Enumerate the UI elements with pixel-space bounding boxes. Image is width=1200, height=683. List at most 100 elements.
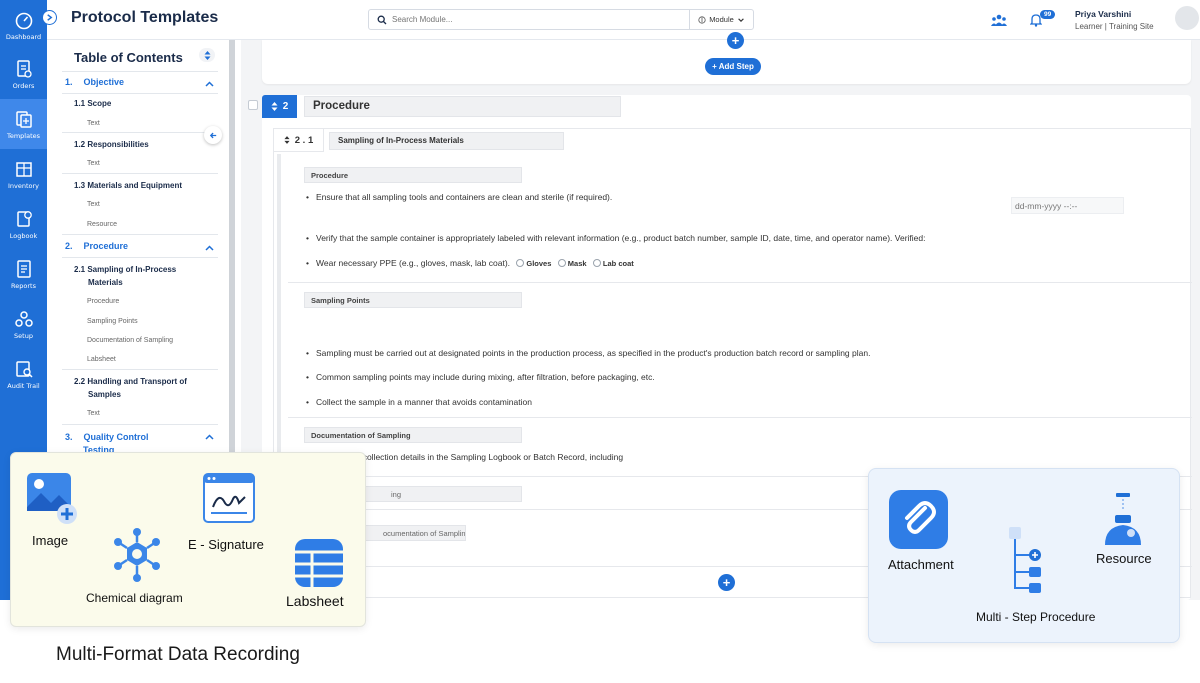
toc-collapse-button[interactable]: [204, 126, 222, 144]
chevron-right-icon: [47, 14, 53, 21]
multi-step-procedure-icon: [1009, 527, 1041, 593]
nav-item-inventory[interactable]: Inventory: [0, 149, 47, 199]
toc-subsection-2-2[interactable]: 2.2 Handling and Transport of Samples: [74, 375, 187, 401]
setup-icon: [14, 310, 33, 327]
feature-multistep-label: Multi - Step Procedure: [976, 610, 1096, 624]
text-bullet: Verify that the sample container is appr…: [306, 233, 925, 243]
nav-item-templates[interactable]: Templates: [0, 99, 47, 149]
avatar[interactable]: [1175, 6, 1199, 30]
verified-datetime-input[interactable]: dd-mm-yyyy --:--: [1011, 197, 1124, 214]
toc-section-2[interactable]: 2. Procedure: [65, 241, 128, 251]
chevron-down-icon: [738, 17, 744, 22]
block-label-procedure[interactable]: Procedure: [304, 167, 522, 183]
feature-attachment-label: Attachment: [888, 557, 954, 572]
toc-leaf[interactable]: Text: [87, 410, 100, 417]
text-bullet: Sampling must be carried out at designat…: [306, 348, 870, 358]
block-label-sampling-points[interactable]: Sampling Points: [304, 292, 522, 308]
nav-item-logbook[interactable]: Logbook: [0, 199, 47, 249]
module-icon: [698, 15, 706, 24]
reports-icon: [16, 259, 31, 278]
nav-label: Dashboard: [5, 32, 42, 41]
toc-leaf[interactable]: Text: [87, 160, 100, 167]
collapse-sidebar-button[interactable]: [43, 11, 56, 24]
notification-badge: 99: [1040, 10, 1056, 19]
toc-leaf[interactable]: Resource: [87, 221, 117, 228]
search-icon: [377, 15, 387, 24]
chevron-up-icon[interactable]: [205, 81, 214, 87]
module-label: Module: [709, 15, 734, 24]
toc-leaf[interactable]: Labsheet: [87, 356, 116, 363]
logbook-icon: [16, 210, 32, 227]
ppe-labcoat-radio[interactable]: [592, 259, 601, 267]
chevron-up-icon[interactable]: [205, 245, 214, 251]
sort-icon: [204, 50, 210, 60]
toc-subsection-1-1[interactable]: 1.1 Scope: [74, 97, 111, 110]
nav-label: Setup: [14, 331, 33, 340]
step-number[interactable]: 2: [262, 95, 297, 118]
toc-subsection-1-3[interactable]: 1.3 Materials and Equipment: [74, 179, 182, 192]
orders-icon: [16, 59, 32, 78]
toc-subsection-1-2[interactable]: 1.2 Responsibilities: [74, 138, 149, 151]
gauge-icon: [15, 12, 32, 29]
nav-label: Logbook: [9, 231, 38, 240]
labsheet-icon: [295, 539, 343, 587]
feature-resource-label: Resource: [1096, 551, 1152, 566]
step-checkbox[interactable]: [248, 100, 258, 110]
e-signature-icon: [203, 473, 255, 523]
headline: Multi-Format Data Recording: [56, 644, 300, 665]
nav-item-orders[interactable]: Orders: [0, 49, 47, 99]
substep-number[interactable]: 2 . 1: [274, 129, 324, 152]
ppe-mask-radio[interactable]: [557, 259, 566, 267]
sort-icon: [284, 136, 290, 144]
toc-leaf[interactable]: Text: [87, 120, 100, 127]
toc-leaf[interactable]: Documentation of Sampling: [87, 337, 173, 344]
toc-leaf[interactable]: Sampling Points: [87, 318, 138, 325]
sort-icon: [271, 102, 278, 111]
nav-item-reports[interactable]: Reports: [0, 249, 47, 299]
text-bullet: Ensure that all sampling tools and conta…: [306, 192, 612, 202]
block-label-documentation[interactable]: Documentation of Sampling: [304, 427, 522, 443]
search-input[interactable]: [392, 15, 692, 24]
toc-sort-button[interactable]: [199, 48, 215, 62]
audit-trail-icon: [15, 360, 33, 378]
inventory-icon: [15, 161, 32, 177]
nav-label: Templates: [6, 131, 41, 140]
feature-image-label: Image: [32, 533, 69, 548]
step-title[interactable]: Procedure: [304, 96, 621, 117]
add-step-button[interactable]: + Add Step: [705, 58, 761, 75]
feature-chemical-label: Chemical diagram: [86, 591, 183, 605]
templates-icon: [15, 110, 32, 128]
toc-title: Table of Contents: [74, 50, 183, 65]
nav-label: Orders: [12, 81, 35, 90]
ppe-gloves-radio[interactable]: [516, 259, 525, 267]
toc-leaf[interactable]: Procedure: [87, 298, 119, 305]
toc-leaf[interactable]: Text: [87, 201, 100, 208]
page-title: Protocol Templates: [71, 9, 219, 26]
top-bar: Protocol Templates Module 99 Priya Varsh…: [43, 0, 1200, 40]
feature-labsheet-label: Labsheet: [286, 593, 344, 609]
search-bar: Module: [368, 9, 754, 30]
resource-icon: [1105, 493, 1141, 545]
add-block-button[interactable]: +: [718, 574, 735, 591]
nav-item-setup[interactable]: Setup: [0, 299, 47, 349]
arrow-left-icon: [209, 132, 216, 138]
text-bullet: Common sampling points may include durin…: [306, 372, 655, 382]
attachment-icon: [889, 490, 948, 549]
team-icon[interactable]: [991, 13, 1007, 27]
feature-esign-label: E - Signature: [188, 537, 264, 552]
nav-item-audit-trail[interactable]: Audit Trail: [0, 349, 47, 399]
substep-title[interactable]: Sampling of In-Process Materials: [329, 132, 564, 150]
add-substep-button[interactable]: +: [727, 32, 744, 49]
nav-label: Audit Trail: [7, 381, 40, 390]
feature-card-tools: Attachment Resource Multi - Step Procedu…: [868, 468, 1180, 643]
module-select[interactable]: Module: [689, 10, 753, 29]
toc-section-1[interactable]: 1. Objective: [65, 77, 124, 87]
nav-label: Inventory: [7, 181, 40, 190]
nav-label: Reports: [11, 281, 36, 290]
user-role: Learner | Training Site: [1075, 22, 1154, 31]
toc-subsection-2-1[interactable]: 2.1 Sampling of In-Process Materials: [74, 263, 176, 289]
text-bullet: Collect the sample in a manner that avoi…: [306, 397, 532, 407]
nav-item-dashboard[interactable]: Dashboard: [0, 0, 47, 50]
chemical-diagram-icon: [114, 528, 160, 582]
chevron-up-icon[interactable]: [205, 434, 214, 440]
